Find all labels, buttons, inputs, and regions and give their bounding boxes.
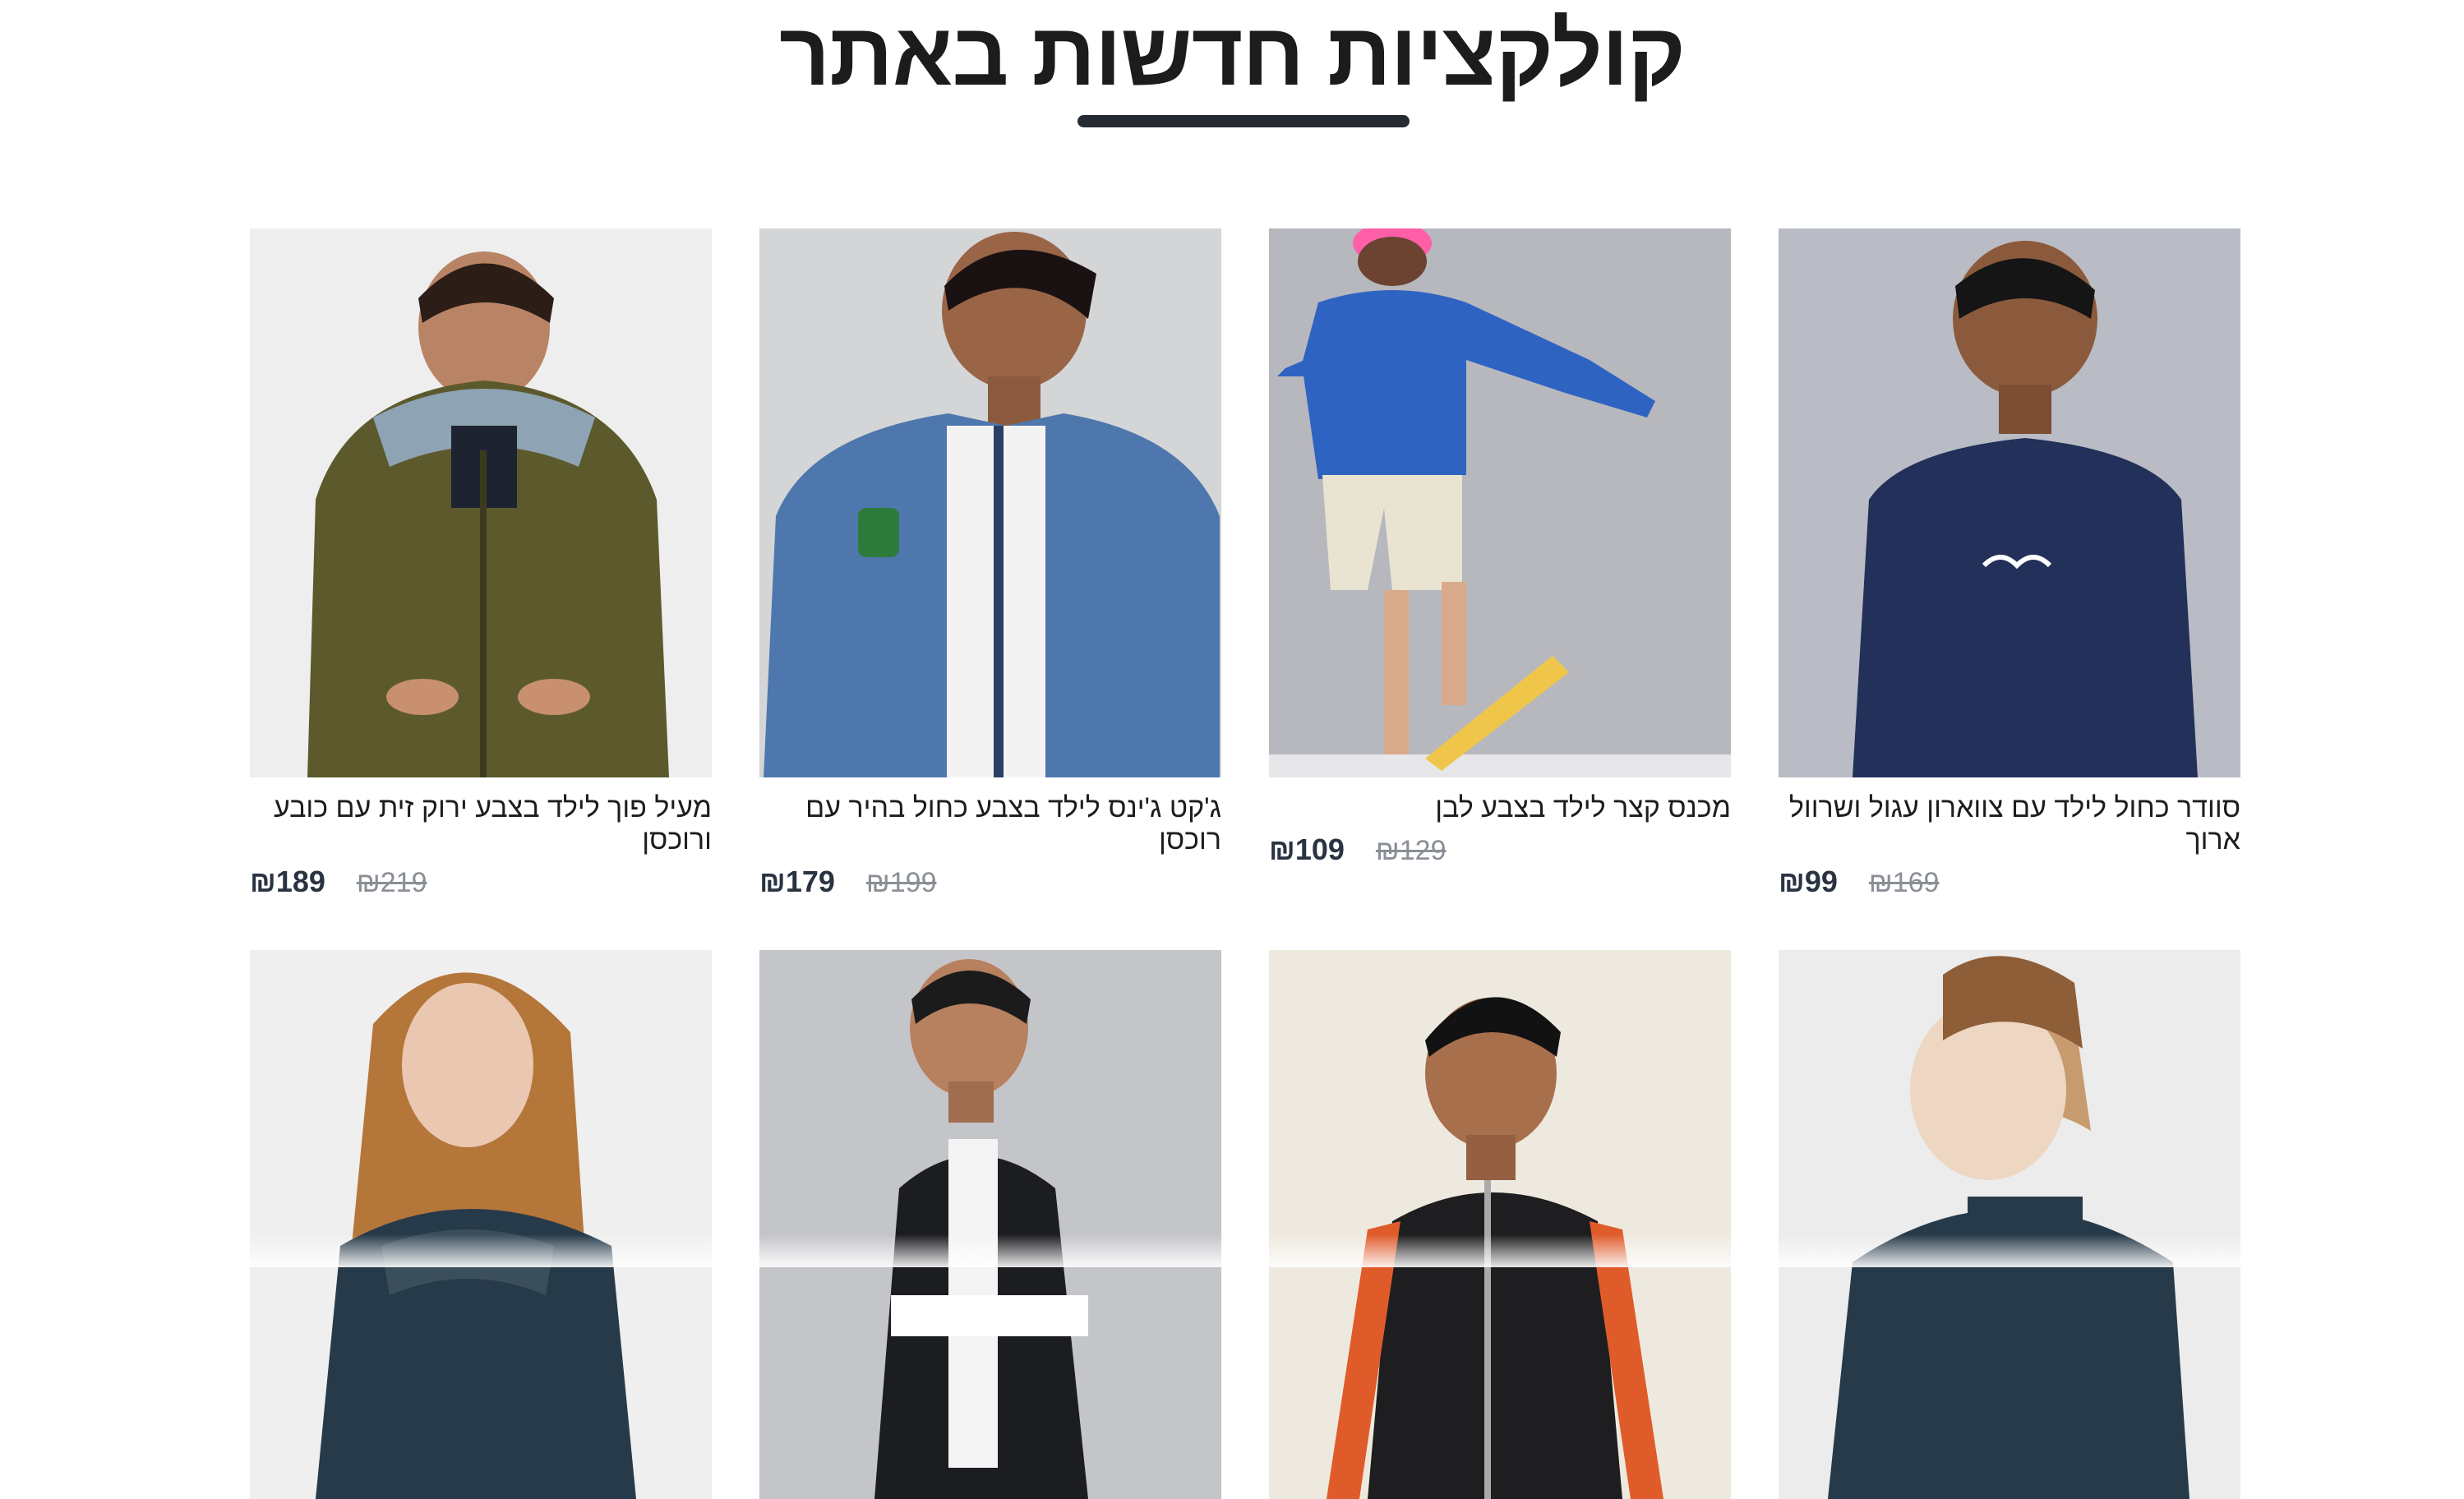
product-old-price: ₪169 [1868,867,1940,898]
section-title: קולקציות חדשות באתר [778,4,1686,104]
product-image[interactable] [759,950,1221,1499]
product-price: ₪189 [250,865,325,898]
product-name[interactable]: מעיל פוך לילד בצבע ירוק זית עם כובע ורוכ… [250,792,712,856]
product-image[interactable] [250,950,712,1499]
product-price: ₪179 [759,865,835,898]
product-price: ₪99 [1779,865,1838,898]
product-image[interactable] [1779,228,2240,777]
product-image[interactable] [1269,228,1731,777]
product-name[interactable]: סוודר כחול לילד עם צווארון עגול ושרוול א… [1779,792,2240,856]
product-image[interactable] [1779,950,2240,1499]
product-old-price: ₪199 [865,867,937,898]
product-card[interactable]: מכנס קצר לילד בצבע לבן ₪109 ₪129 [1269,228,1731,899]
product-card[interactable] [1779,950,2240,1499]
product-image[interactable] [759,228,1221,777]
price-row: ₪99 ₪169 [1779,865,2240,899]
product-card[interactable] [250,950,712,1499]
product-card[interactable]: מעיל פוך לילד בצבע ירוק זית עם כובע ורוכ… [250,228,712,899]
price-row: ₪189 ₪219 [250,865,712,899]
product-price: ₪109 [1269,833,1345,866]
product-old-price: ₪129 [1375,835,1447,866]
bottom-fade [0,1234,2464,1267]
price-row: ₪179 ₪199 [759,865,1221,899]
product-card[interactable] [759,950,1221,1499]
product-card[interactable]: סוודר כחול לילד עם צווארון עגול ושרוול א… [1779,228,2240,899]
price-row: ₪109 ₪129 [1269,833,1731,867]
product-name[interactable]: מכנס קצר לילד בצבע לבן [1269,792,1731,824]
product-grid: סוודר כחול לילד עם צווארון עגול ושרוול א… [248,228,2240,1499]
title-underline [1077,115,1410,127]
product-card[interactable] [1269,950,1731,1499]
product-name[interactable]: ג'קט ג'ינס לילד בצבע כחול בהיר עם רוכסן [759,792,1221,856]
product-old-price: ₪219 [356,867,427,898]
product-card[interactable]: ג'קט ג'ינס לילד בצבע כחול בהיר עם רוכסן … [759,228,1221,899]
product-image[interactable] [1269,950,1731,1499]
product-image[interactable] [250,228,712,777]
